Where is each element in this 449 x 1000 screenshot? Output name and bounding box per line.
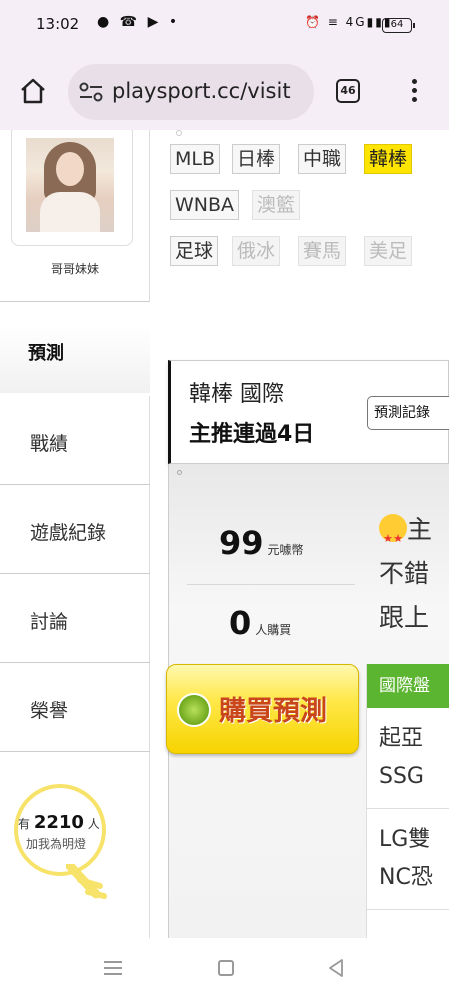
notification-icons: ● ☎ ▶ •: [97, 14, 180, 30]
tag-kbo[interactable]: 韓棒: [364, 144, 413, 174]
decorative-dot: [177, 470, 182, 475]
ranking-title: 韓棒 國際: [189, 382, 284, 407]
star-struck-emoji-icon: [379, 514, 407, 561]
ranking-header: 韓棒 國際 主推連過4日 預測記錄: [168, 360, 449, 464]
page-content: 哥哥妹妹 預測 戰績 遊戲紀錄 討論 榮譽 有 2210 人 加我為明燈 MLB…: [0, 130, 449, 938]
fans-count: 有 2210 人: [18, 812, 100, 833]
alarm-icon: ⏰: [305, 15, 322, 29]
browser-toolbar: playsport.cc/visit 46: [0, 52, 449, 130]
url-text[interactable]: playsport.cc/visit: [112, 79, 291, 103]
tab-switcher-button[interactable]: 46: [336, 79, 360, 103]
tag-soccer[interactable]: 足球: [170, 236, 219, 266]
battery-icon: 64: [382, 18, 415, 33]
missed-call-icon: ☎: [119, 14, 141, 30]
lightbulb-base-icon: [66, 864, 107, 899]
profile-card: 哥哥妹妹: [0, 130, 150, 302]
site-settings-icon[interactable]: [78, 81, 104, 103]
profile-name[interactable]: 哥哥妹妹: [0, 260, 150, 277]
market-item[interactable]: 起亞 SSG: [367, 708, 449, 809]
tag-npb[interactable]: 日棒: [232, 144, 281, 174]
youtube-icon: ▶: [147, 14, 162, 30]
volte-icon: ≡: [327, 15, 340, 29]
fans-widget[interactable]: 有 2210 人 加我為明燈: [0, 752, 150, 938]
ranking-streak: 主推連過4日: [189, 422, 315, 447]
tag-cpbl[interactable]: 中職: [298, 144, 347, 174]
nav-item-predictions[interactable]: 預測: [0, 325, 150, 393]
tag-nfl: 美足: [364, 236, 413, 266]
nav-item-honors[interactable]: 榮譽: [0, 663, 150, 752]
buy-prediction-label: 購買預測: [219, 696, 327, 727]
recent-apps-icon[interactable]: [104, 961, 122, 975]
market-panel: 國際盤 起亞 SSG LG雙 NC恐: [366, 664, 449, 938]
tag-khl: 俄冰: [232, 236, 281, 266]
fans-caption: 加我為明燈: [26, 837, 87, 851]
nav-item-game-history[interactable]: 遊戲紀錄: [0, 485, 150, 574]
tag-wnba[interactable]: WNBA: [170, 190, 240, 220]
market-item[interactable]: LG雙 NC恐: [367, 809, 449, 910]
status-bar: 13:02 ● ☎ ▶ • ⏰ ≡ 4G▮▮▮ 64: [0, 0, 449, 52]
status-time: 13:02: [36, 15, 80, 33]
tag-horse-racing: 賽馬: [298, 236, 347, 266]
nav-item-record[interactable]: 戰績: [0, 396, 150, 485]
buyers-stat: 0 人購買: [229, 604, 292, 642]
overflow-menu-icon[interactable]: [410, 79, 418, 105]
nav-item-label: 預測: [28, 343, 64, 364]
league-tags: MLB 日棒 中職 韓棒 WNBA 澳籃 足球 俄冰 賽馬 美足: [170, 138, 449, 276]
home-button-icon[interactable]: [218, 960, 234, 976]
tag-mlb[interactable]: MLB: [170, 144, 221, 174]
system-navigation-bar: [0, 938, 449, 1000]
decorative-dot: [176, 130, 182, 136]
coin-icon: [177, 693, 211, 727]
system-icons: ⏰ ≡ 4G▮▮▮: [305, 15, 392, 29]
address-bar[interactable]: playsport.cc/visit: [68, 64, 314, 120]
market-header[interactable]: 國際盤: [367, 664, 449, 708]
avatar[interactable]: [26, 138, 114, 232]
prediction-record-button[interactable]: 預測記錄: [367, 396, 449, 430]
prediction-card: 99元噱幣 0人購買 購買預測 主 不錯 跟上 國際盤 起亞 SSG LG雙 N…: [166, 464, 449, 938]
divider: [187, 584, 355, 585]
price-stat: 99 元噱幣: [219, 524, 304, 562]
home-icon[interactable]: [18, 76, 48, 106]
dot-icon: •: [168, 14, 181, 30]
sidebar-nav: 戰績 遊戲紀錄 討論 榮譽: [0, 396, 150, 752]
chat-icon: ●: [97, 14, 113, 30]
back-icon[interactable]: [326, 958, 346, 978]
post-preview[interactable]: 主 不錯 跟上: [379, 508, 449, 640]
buy-prediction-button[interactable]: 購買預測: [166, 664, 359, 754]
avatar-frame: [11, 130, 133, 246]
tag-nbl: 澳籃: [252, 190, 301, 220]
nav-item-discussion[interactable]: 討論: [0, 574, 150, 663]
